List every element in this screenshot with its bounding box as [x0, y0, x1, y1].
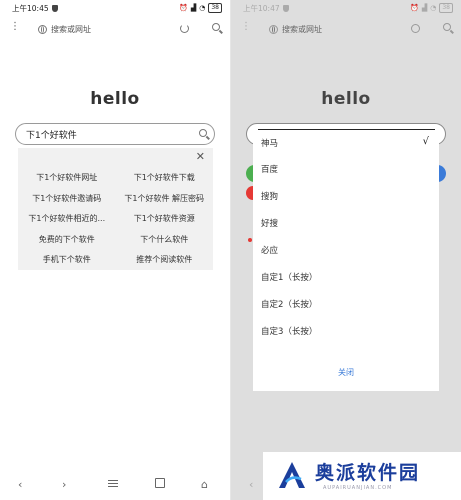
watermark: 奥派软件园 AUPAIRUANJIAN.COM: [263, 452, 461, 500]
engine-option[interactable]: 百度: [261, 163, 429, 179]
shield-icon: [282, 5, 289, 12]
engine-label: 搜狗: [261, 192, 279, 202]
suggestion-panel: ✕ 下1个好软件网址 下1个好软件下载 下1个好软件邀请码 下1个好软件 解压密…: [18, 148, 213, 270]
address-placeholder: 搜索或网址: [51, 25, 91, 34]
status-time: 上午10:45: [12, 4, 49, 13]
signal-icon: ▟: [190, 4, 197, 12]
status-time: 上午10:47: [243, 4, 280, 13]
address-bar[interactable]: 搜索或网址: [269, 24, 322, 35]
reload-icon[interactable]: [180, 24, 189, 33]
engine-label: 自定3（长按）: [261, 327, 318, 337]
status-icons: ⏰ ▟ ◔ 38: [410, 3, 453, 13]
engine-option[interactable]: 必应: [261, 244, 429, 260]
search-icon[interactable]: [212, 23, 220, 31]
suggestion-item[interactable]: 下1个好软件网址: [18, 168, 116, 189]
suggestion-item[interactable]: 下1个好软件资源: [116, 209, 214, 230]
home-logo: hello: [321, 89, 371, 109]
engine-label: 百度: [261, 165, 279, 175]
engine-option[interactable]: 自定3（长按）: [261, 325, 429, 341]
home-logo: hello: [90, 89, 140, 109]
wifi-icon: ◔: [199, 4, 206, 12]
watermark-url: AUPAIRUANJIAN.COM: [323, 485, 393, 491]
battery-icon: 38: [208, 3, 222, 13]
back-icon[interactable]: ‹: [18, 478, 22, 491]
signal-icon: ▟: [421, 4, 428, 12]
tabs-icon[interactable]: [155, 478, 165, 488]
right-screen: 上午10:47 ⏰ ▟ ◔ 38 ⋮ 搜索或网址 hello 神马 √ 百度 搜…: [231, 0, 461, 500]
status-bar: 上午10:45: [12, 3, 58, 14]
suggestion-item[interactable]: 下1个好软件相近的...: [18, 209, 116, 230]
left-screen: 上午10:45 ⏰ ▟ ◔ 38 ⋮ 搜索或网址 hello 下1个好软件 ✕ …: [0, 0, 230, 500]
engine-label: 自定1（长按）: [261, 273, 318, 283]
suggestion-item[interactable]: 下1个好软件邀请码: [18, 189, 116, 210]
alarm-icon: ⏰: [179, 4, 188, 12]
suggestion-item[interactable]: 手机下个软件: [18, 250, 116, 271]
address-bar[interactable]: 搜索或网址: [38, 24, 91, 35]
watermark-text: 奥派软件园: [315, 462, 421, 484]
search-input[interactable]: 下1个好软件: [15, 123, 215, 145]
home-icon[interactable]: ⌂: [201, 478, 208, 491]
suggestion-item[interactable]: 推荐个阅读软件: [116, 250, 214, 271]
more-menu-icon[interactable]: ⋮: [10, 22, 20, 32]
engine-option[interactable]: 神马 √: [261, 136, 429, 153]
reload-icon[interactable]: [411, 24, 420, 33]
status-icons: ⏰ ▟ ◔ 38: [179, 3, 222, 13]
engine-label: 神马: [261, 139, 279, 149]
search-submit-icon[interactable]: [199, 129, 207, 137]
address-placeholder: 搜索或网址: [282, 25, 322, 34]
suggestion-item[interactable]: 下1个好软件 解压密码: [116, 189, 214, 210]
engine-option[interactable]: 搜狗: [261, 190, 429, 206]
search-icon[interactable]: [443, 23, 451, 31]
engine-label: 好搜: [261, 219, 279, 229]
check-icon: √: [422, 136, 429, 147]
close-button[interactable]: 关闭: [253, 367, 439, 378]
dialog-top-border: [258, 129, 435, 130]
alarm-icon: ⏰: [410, 4, 419, 12]
close-icon[interactable]: ✕: [196, 150, 205, 163]
engine-option[interactable]: 自定2（长按）: [261, 298, 429, 314]
back-icon[interactable]: ‹: [249, 478, 253, 491]
browser-toolbar: ⋮ 搜索或网址: [0, 20, 230, 42]
bottom-navbar: ‹ › ⌂: [0, 476, 230, 492]
wifi-icon: ◔: [430, 4, 437, 12]
engine-label: 自定2（长按）: [261, 300, 318, 310]
shortcut-dot: [248, 238, 252, 242]
shield-icon: [51, 5, 58, 12]
suggestion-item[interactable]: 下个什么软件: [116, 230, 214, 251]
engine-label: 必应: [261, 246, 279, 256]
suggestion-item[interactable]: 免费的下个软件: [18, 230, 116, 251]
search-engine-dialog: 神马 √ 百度 搜狗 好搜 必应 自定1（长按） 自定2（长按） 自定3（长按）…: [253, 131, 439, 391]
engine-option[interactable]: 好搜: [261, 217, 429, 233]
globe-icon: [269, 25, 278, 34]
suggestion-item[interactable]: 下1个好软件下载: [116, 168, 214, 189]
browser-toolbar: ⋮ 搜索或网址: [231, 20, 461, 42]
forward-icon[interactable]: ›: [62, 478, 66, 491]
battery-icon: 38: [439, 3, 453, 13]
engine-option[interactable]: 自定1（长按）: [261, 271, 429, 287]
more-menu-icon[interactable]: ⋮: [241, 22, 251, 32]
search-query: 下1个好软件: [26, 131, 77, 141]
watermark-logo-icon: [279, 462, 305, 488]
menu-icon[interactable]: [108, 478, 118, 489]
status-bar: 上午10:47: [243, 3, 289, 14]
globe-icon: [38, 25, 47, 34]
